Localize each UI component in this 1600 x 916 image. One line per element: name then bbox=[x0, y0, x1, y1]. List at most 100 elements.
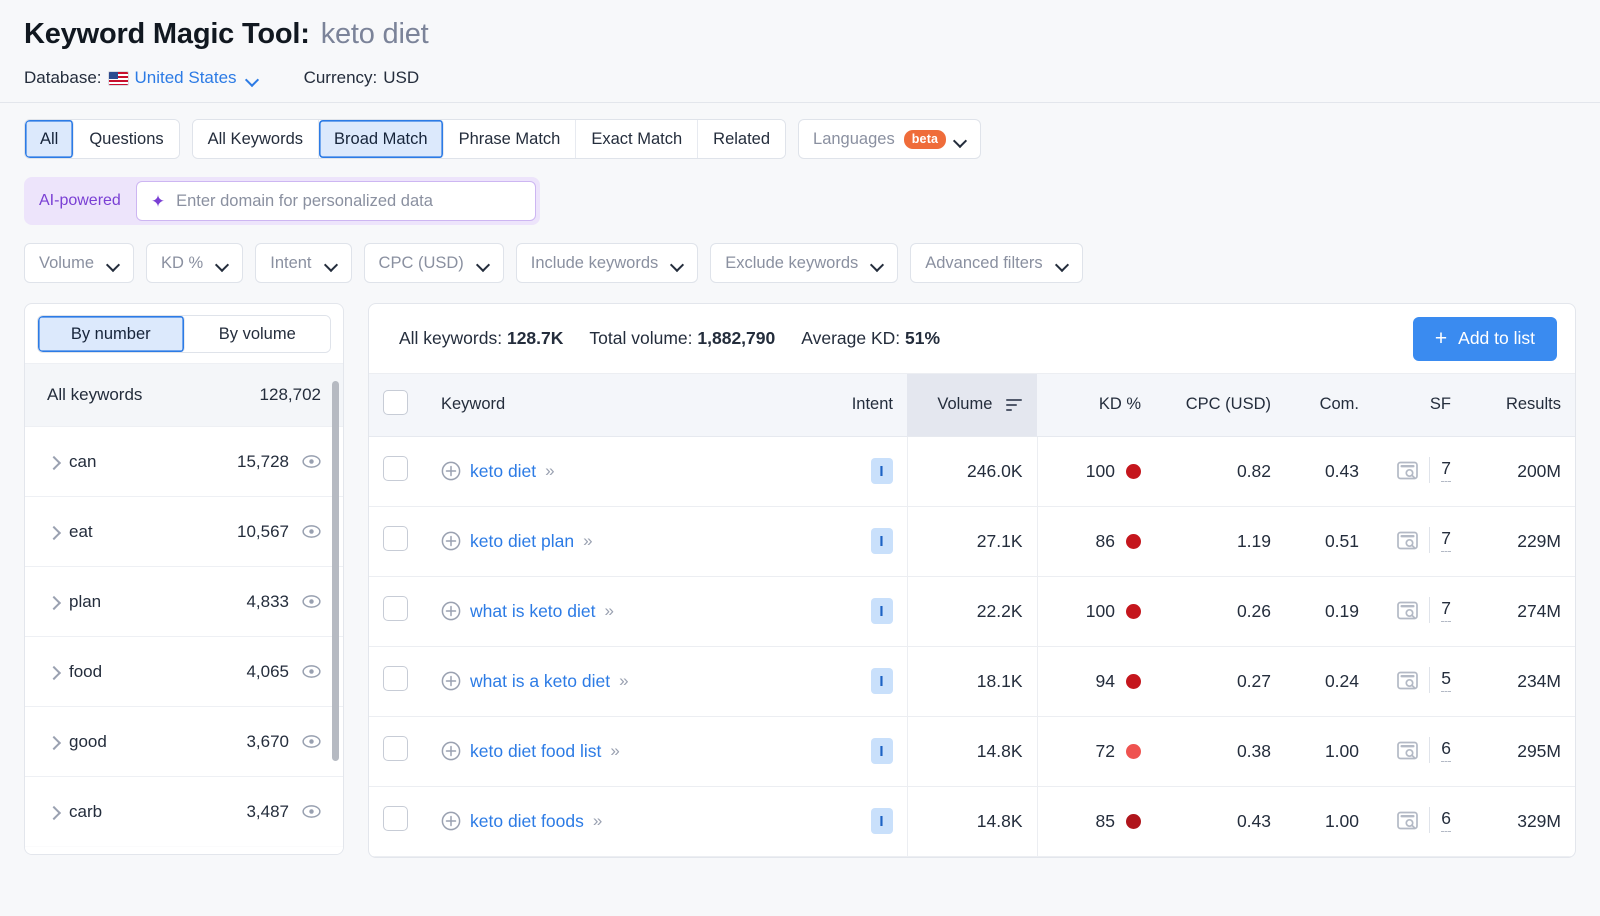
add-keyword-icon[interactable] bbox=[441, 811, 461, 831]
add-to-list-button[interactable]: + Add to list bbox=[1413, 317, 1557, 361]
filter-volume[interactable]: Volume bbox=[24, 243, 134, 283]
sidebar-scrollbar[interactable] bbox=[332, 381, 339, 761]
serp-features-icon[interactable] bbox=[1397, 671, 1418, 690]
double-chevron-right-icon[interactable]: » bbox=[619, 671, 626, 691]
toggle-by-number[interactable]: By number bbox=[38, 316, 185, 352]
intent-badge[interactable]: I bbox=[871, 668, 893, 694]
serp-features-icon[interactable] bbox=[1397, 601, 1418, 620]
select-all-checkbox[interactable] bbox=[383, 390, 408, 415]
keyword-link[interactable]: keto diet plan bbox=[470, 531, 574, 552]
chevron-right-icon[interactable] bbox=[47, 523, 69, 540]
filter-exclude-keywords[interactable]: Exclude keywords bbox=[710, 243, 898, 283]
header-intent[interactable]: Intent bbox=[807, 374, 907, 436]
sidebar-item-food[interactable]: food 4,065 bbox=[25, 637, 343, 707]
tab-broad-match[interactable]: Broad Match bbox=[319, 120, 444, 158]
eye-icon[interactable] bbox=[302, 525, 321, 538]
sf-count[interactable]: 6 bbox=[1441, 808, 1451, 832]
add-keyword-icon[interactable] bbox=[441, 741, 461, 761]
tab-questions[interactable]: Questions bbox=[74, 120, 178, 158]
add-keyword-icon[interactable] bbox=[441, 671, 461, 691]
row-kd-cell: 100 bbox=[1037, 436, 1155, 506]
header-kd[interactable]: KD % bbox=[1037, 374, 1155, 436]
intent-badge[interactable]: I bbox=[871, 458, 893, 484]
tab-all-keywords[interactable]: All Keywords bbox=[193, 120, 319, 158]
filter-intent[interactable]: Intent bbox=[255, 243, 351, 283]
sidebar-item-can[interactable]: can 15,728 bbox=[25, 427, 343, 497]
table-row[interactable]: what is keto diet » I 22.2K 100 bbox=[369, 576, 1575, 646]
filter-kd[interactable]: KD % bbox=[146, 243, 243, 283]
tab-all[interactable]: All bbox=[25, 120, 74, 158]
double-chevron-right-icon[interactable]: » bbox=[610, 741, 617, 761]
eye-icon[interactable] bbox=[302, 805, 321, 818]
eye-icon[interactable] bbox=[302, 735, 321, 748]
table-row[interactable]: what is a keto diet » I 18.1K 94 bbox=[369, 646, 1575, 716]
header-sf[interactable]: SF bbox=[1373, 374, 1465, 436]
add-keyword-icon[interactable] bbox=[441, 601, 461, 621]
chevron-right-icon[interactable] bbox=[47, 663, 69, 680]
keyword-link[interactable]: what is a keto diet bbox=[470, 671, 610, 692]
row-checkbox[interactable] bbox=[383, 596, 408, 621]
tab-related[interactable]: Related bbox=[698, 120, 785, 158]
double-chevron-right-icon[interactable]: » bbox=[593, 811, 600, 831]
add-keyword-icon[interactable] bbox=[441, 531, 461, 551]
tab-phrase-match[interactable]: Phrase Match bbox=[444, 120, 577, 158]
sidebar-item-all-keywords[interactable]: All keywords 128,702 bbox=[25, 363, 343, 427]
eye-icon[interactable] bbox=[302, 595, 321, 608]
sf-count[interactable]: 7 bbox=[1441, 458, 1451, 482]
languages-dropdown[interactable]: Languages beta bbox=[798, 119, 981, 159]
domain-input-placeholder[interactable]: Enter domain for personalized data bbox=[176, 192, 433, 211]
row-checkbox[interactable] bbox=[383, 806, 408, 831]
double-chevron-right-icon[interactable]: » bbox=[583, 531, 590, 551]
row-checkbox[interactable] bbox=[383, 526, 408, 551]
toggle-by-volume[interactable]: By volume bbox=[185, 316, 331, 352]
intent-badge[interactable]: I bbox=[871, 808, 893, 834]
serp-features-icon[interactable] bbox=[1397, 741, 1418, 760]
table-row[interactable]: keto diet » I 246.0K 100 0.82 bbox=[369, 436, 1575, 506]
header-volume[interactable]: Volume bbox=[907, 374, 1037, 436]
sidebar-item-good[interactable]: good 3,670 bbox=[25, 707, 343, 777]
keyword-link[interactable]: keto diet food list bbox=[470, 741, 601, 762]
filter-advanced[interactable]: Advanced filters bbox=[910, 243, 1082, 283]
chevron-right-icon[interactable] bbox=[47, 593, 69, 610]
serp-features-icon[interactable] bbox=[1397, 811, 1418, 830]
keyword-link[interactable]: keto diet bbox=[470, 461, 536, 482]
sf-count[interactable]: 5 bbox=[1441, 668, 1451, 692]
sidebar-item-carb[interactable]: carb 3,487 bbox=[25, 777, 343, 847]
chevron-right-icon[interactable] bbox=[47, 803, 69, 820]
row-checkbox[interactable] bbox=[383, 666, 408, 691]
chevron-right-icon[interactable] bbox=[47, 733, 69, 750]
database-selector[interactable]: Database: United States bbox=[24, 68, 258, 88]
eye-icon[interactable] bbox=[302, 455, 321, 468]
header-keyword[interactable]: Keyword bbox=[427, 374, 807, 436]
header-com[interactable]: Com. bbox=[1285, 374, 1373, 436]
sf-count[interactable]: 6 bbox=[1441, 738, 1451, 762]
database-value[interactable]: United States bbox=[135, 68, 237, 88]
domain-input-wrapper[interactable]: ✦ Enter domain for personalized data bbox=[136, 181, 536, 221]
keyword-link[interactable]: keto diet foods bbox=[470, 811, 584, 832]
intent-badge[interactable]: I bbox=[871, 598, 893, 624]
double-chevron-right-icon[interactable]: » bbox=[604, 601, 611, 621]
intent-badge[interactable]: I bbox=[871, 528, 893, 554]
filter-cpc[interactable]: CPC (USD) bbox=[364, 243, 504, 283]
filter-include-keywords[interactable]: Include keywords bbox=[516, 243, 698, 283]
row-checkbox[interactable] bbox=[383, 736, 408, 761]
header-cpc[interactable]: CPC (USD) bbox=[1155, 374, 1285, 436]
sidebar-item-eat[interactable]: eat 10,567 bbox=[25, 497, 343, 567]
intent-badge[interactable]: I bbox=[871, 738, 893, 764]
sidebar-item-plan[interactable]: plan 4,833 bbox=[25, 567, 343, 637]
row-checkbox[interactable] bbox=[383, 456, 408, 481]
keyword-link[interactable]: what is keto diet bbox=[470, 601, 595, 622]
add-keyword-icon[interactable] bbox=[441, 461, 461, 481]
serp-features-icon[interactable] bbox=[1397, 531, 1418, 550]
table-row[interactable]: keto diet plan » I 27.1K 86 1.1 bbox=[369, 506, 1575, 576]
eye-icon[interactable] bbox=[302, 665, 321, 678]
header-results[interactable]: Results bbox=[1465, 374, 1575, 436]
sf-count[interactable]: 7 bbox=[1441, 528, 1451, 552]
table-row[interactable]: keto diet food list » I 14.8K 72 bbox=[369, 716, 1575, 786]
tab-exact-match[interactable]: Exact Match bbox=[576, 120, 698, 158]
chevron-right-icon[interactable] bbox=[47, 453, 69, 470]
table-row[interactable]: keto diet foods » I 14.8K 85 0. bbox=[369, 786, 1575, 856]
serp-features-icon[interactable] bbox=[1397, 461, 1418, 480]
double-chevron-right-icon[interactable]: » bbox=[545, 461, 552, 481]
sf-count[interactable]: 7 bbox=[1441, 598, 1451, 622]
